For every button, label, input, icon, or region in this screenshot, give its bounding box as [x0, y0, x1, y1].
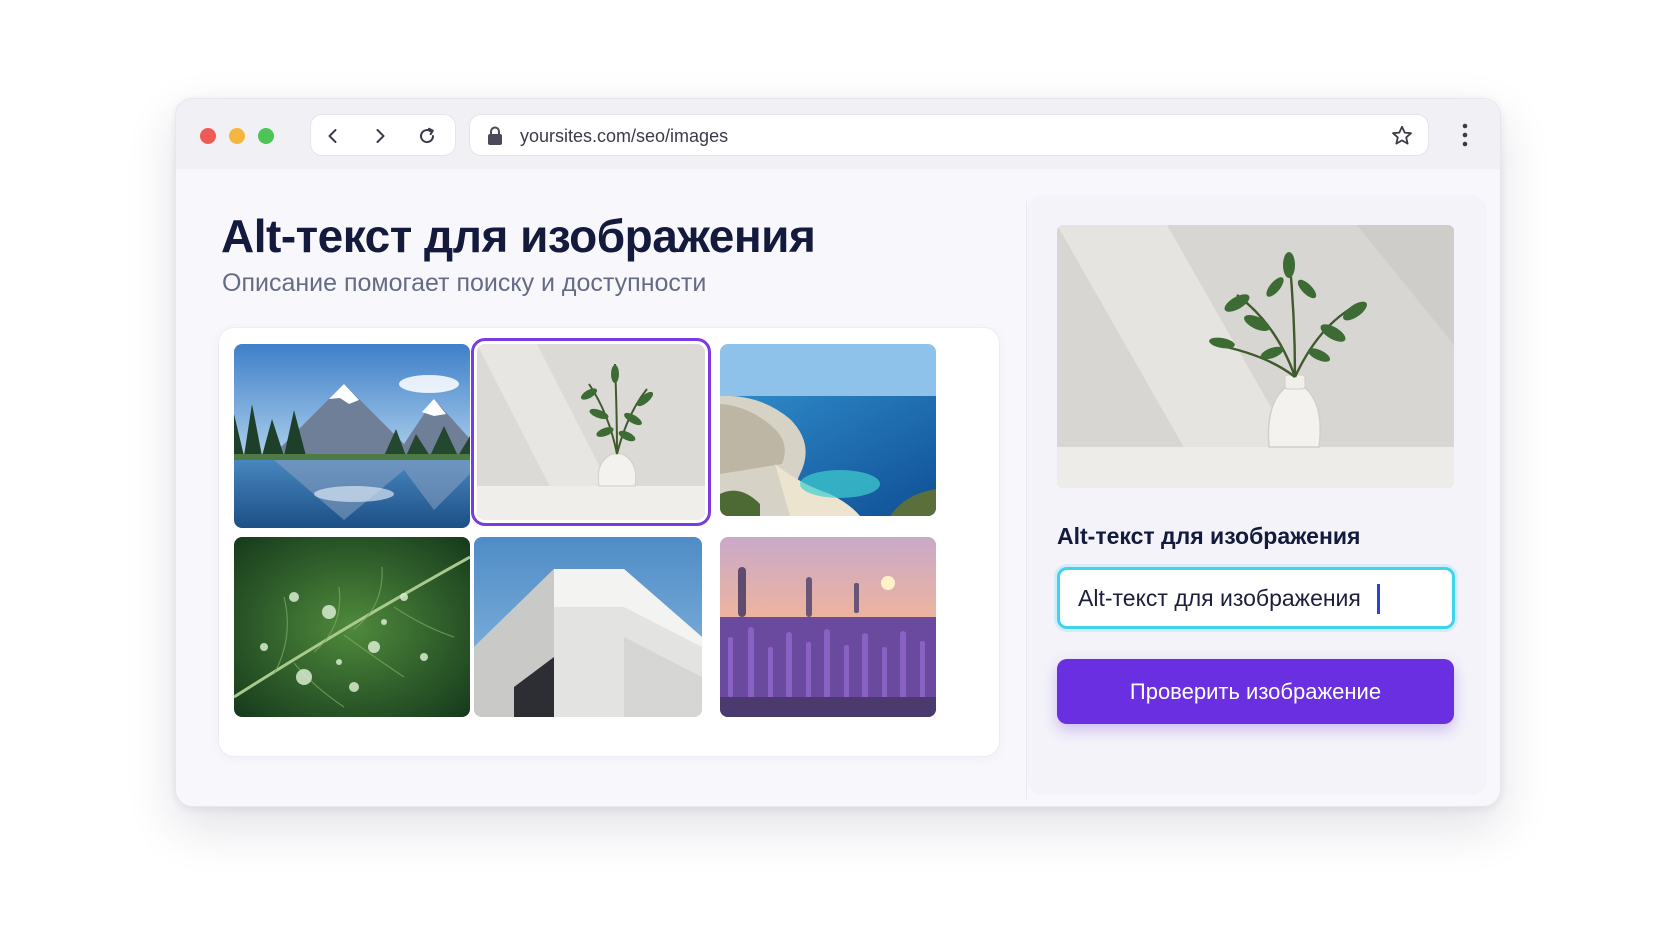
leaf-droplets-image — [234, 537, 470, 717]
coast-beach-image — [720, 344, 936, 516]
close-window-button[interactable] — [200, 128, 216, 144]
forward-button[interactable] — [368, 124, 392, 148]
lavender-sunset-image — [720, 537, 936, 717]
alt-text-panel: Alt-текст для изображения Проверить изоб… — [1027, 195, 1487, 795]
alt-text-field-label: Alt-текст для изображения — [1057, 523, 1361, 549]
page-content: Alt-текст для изображения Описание помог… — [176, 169, 1500, 806]
chevron-left-icon — [328, 129, 337, 143]
gallery-image-leaf-droplets[interactable] — [234, 537, 470, 717]
page-subtitle: Описание помогает поиску и доступности — [222, 269, 707, 297]
plant-vase-preview-image — [1057, 225, 1454, 488]
gallery-image-coast-beach[interactable] — [720, 344, 936, 516]
browser-toolbar: yoursites.com/seo/images — [176, 99, 1500, 169]
selected-image-preview — [1057, 225, 1454, 488]
white-building-image — [474, 537, 702, 717]
plant-vase-image — [477, 344, 705, 520]
page-title: Alt-текст для изображения — [221, 210, 816, 262]
reload-icon — [420, 127, 435, 144]
mountain-lake-image — [234, 344, 470, 528]
text-caret — [1377, 584, 1380, 614]
browser-window: yoursites.com/seo/images Alt-текст для и… — [175, 98, 1501, 807]
gallery-image-lavender-sunset[interactable] — [720, 537, 936, 717]
chevron-right-icon — [376, 129, 385, 143]
navigation-controls — [310, 114, 456, 156]
image-gallery — [218, 327, 1000, 757]
gallery-image-white-building[interactable] — [474, 537, 702, 717]
minimize-window-button[interactable] — [229, 128, 245, 144]
check-image-button[interactable]: Проверить изображение — [1057, 659, 1454, 724]
more-options-icon[interactable] — [1455, 121, 1475, 149]
alt-text-input[interactable] — [1057, 567, 1455, 629]
url-text[interactable]: yoursites.com/seo/images — [520, 126, 728, 147]
maximize-window-button[interactable] — [258, 128, 274, 144]
gallery-image-plant-vase[interactable] — [471, 338, 711, 526]
reload-button[interactable] — [415, 124, 439, 148]
bookmark-star-icon[interactable] — [1390, 124, 1414, 148]
gallery-image-mountain-lake[interactable] — [234, 344, 470, 528]
lock-icon — [488, 126, 502, 145]
address-bar[interactable]: yoursites.com/seo/images — [469, 114, 1429, 156]
back-button[interactable] — [321, 124, 345, 148]
